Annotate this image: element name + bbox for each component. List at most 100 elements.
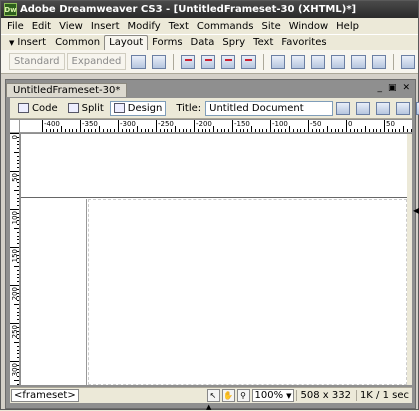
ruler-tick <box>14 304 19 305</box>
file-management-icon[interactable] <box>336 101 351 115</box>
ruler-tick <box>376 129 378 132</box>
zoom-tool-icon[interactable]: ⚲ <box>236 389 250 402</box>
ruler-tick <box>277 129 279 132</box>
ruler-tick <box>17 307 19 309</box>
ruler-tick <box>10 209 19 210</box>
menu-help[interactable]: Help <box>332 21 363 32</box>
ruler-tick <box>14 266 19 267</box>
top-frame[interactable] <box>21 134 407 198</box>
main-frame[interactable] <box>88 199 407 385</box>
layout-toolbar: Standard Expanded <box>1 50 418 74</box>
document-tab[interactable]: UntitledFrameset-30* <box>6 83 128 97</box>
tab-text[interactable]: Text <box>249 36 277 50</box>
insert-div-icon[interactable] <box>180 54 195 69</box>
ruler-tick <box>296 129 298 132</box>
ruler-tick <box>137 126 138 132</box>
menu-commands[interactable]: Commands <box>193 21 258 32</box>
ruler-tick <box>76 129 78 132</box>
ruler-tick <box>220 129 222 132</box>
code-view-button[interactable]: Code <box>14 101 62 116</box>
ruler-tick <box>17 155 19 157</box>
standard-mode-button[interactable]: Standard <box>9 53 65 70</box>
tab-spry[interactable]: Spry <box>218 36 249 50</box>
expanded-mode-button[interactable]: Expanded <box>66 53 127 70</box>
ruler-label: 200 <box>11 287 19 301</box>
menu-file[interactable]: File <box>3 21 28 32</box>
panel-expand-arrow-icon[interactable]: ◀ <box>413 206 419 222</box>
ruler-tick <box>87 129 89 132</box>
tab-data[interactable]: Data <box>187 36 219 50</box>
insert-rows-below-icon[interactable] <box>221 54 236 69</box>
select-tool-icon[interactable]: ↖ <box>206 389 220 402</box>
window-size-readout[interactable]: 508 x 332 <box>296 390 353 401</box>
ruler-tick <box>224 129 226 132</box>
ruler-tick <box>197 129 199 132</box>
ruler-tick <box>45 129 47 132</box>
document-toolbar-right <box>333 101 419 115</box>
menu-text[interactable]: Text <box>165 21 193 32</box>
status-tools: ↖ ✋ ⚲ 100% ▼ 508 x 332 1K / 1 sec <box>206 389 413 402</box>
spry-accordion-icon[interactable] <box>351 54 366 69</box>
menu-modify[interactable]: Modify <box>124 21 165 32</box>
code-view-icon <box>18 103 29 113</box>
tab-forms[interactable]: Forms <box>148 36 186 50</box>
document-title-input[interactable] <box>205 100 334 116</box>
split-view-label: Split <box>81 102 104 114</box>
draw-ap-div-icon[interactable] <box>290 54 306 69</box>
restore-icon[interactable]: ▣ <box>388 83 397 93</box>
menu-bar: File Edit View Insert Modify Text Comman… <box>1 18 418 34</box>
design-view-button[interactable]: Design <box>109 100 167 116</box>
tab-favorites[interactable]: Favorites <box>277 36 330 50</box>
ruler-tick <box>228 129 230 132</box>
ruler-tick <box>243 129 245 132</box>
iframe-icon[interactable] <box>400 54 416 69</box>
ruler-tick <box>17 319 19 321</box>
close-icon[interactable]: ✕ <box>402 83 410 93</box>
menu-window[interactable]: Window <box>285 21 332 32</box>
ruler-tick <box>110 129 112 132</box>
tag-selector-frameset[interactable]: <frameset> <box>11 389 79 402</box>
minimize-icon[interactable]: _ <box>377 83 382 93</box>
insert-columns-icon[interactable] <box>241 54 256 69</box>
split-view-button[interactable]: Split <box>64 101 108 116</box>
left-frame[interactable] <box>21 199 87 385</box>
menu-edit[interactable]: Edit <box>28 21 55 32</box>
ruler-tick <box>201 129 203 132</box>
refresh-icon[interactable] <box>376 101 391 115</box>
draw-layer-icon[interactable] <box>151 54 166 69</box>
ruler-tick <box>251 126 252 132</box>
ruler-tick <box>194 120 195 132</box>
tab-common[interactable]: Common <box>51 36 104 50</box>
ruler-tick <box>17 235 19 237</box>
ruler-tick <box>156 120 157 132</box>
layout-table-icon[interactable] <box>131 54 146 69</box>
ruler-origin[interactable] <box>10 120 20 133</box>
spry-menu-icon[interactable] <box>311 54 326 69</box>
ruler-tick <box>14 228 19 229</box>
table-icon[interactable] <box>270 54 285 69</box>
view-options-icon[interactable] <box>396 101 411 115</box>
chevron-down-icon: ▼ <box>286 391 292 400</box>
ruler-tick <box>254 129 256 132</box>
ruler-label: 0 <box>348 120 353 128</box>
menu-view[interactable]: View <box>55 21 87 32</box>
ruler-tick <box>17 148 19 150</box>
ruler-tick <box>323 129 325 132</box>
zoom-select[interactable]: 100% ▼ <box>251 389 295 402</box>
ruler-tick <box>14 190 19 191</box>
preview-browser-icon[interactable] <box>356 101 371 115</box>
tab-layout[interactable]: Layout <box>104 35 149 50</box>
horizontal-ruler[interactable]: -400 -350 -300 -250 -200 -150 -100 -50 0 50 <box>20 120 412 133</box>
title-label: Title: <box>176 102 202 114</box>
vertical-scrollbar[interactable] <box>407 134 412 385</box>
menu-site[interactable]: Site <box>258 21 285 32</box>
spry-tabbed-panels-icon[interactable] <box>331 54 346 69</box>
ruler-tick <box>17 144 19 146</box>
menu-insert[interactable]: Insert <box>87 21 124 32</box>
ruler-tick <box>258 129 260 132</box>
insert-rows-above-icon[interactable] <box>201 54 216 69</box>
insert-panel-toggle[interactable]: ▼ Insert <box>7 37 51 50</box>
frames-icon[interactable] <box>371 54 386 69</box>
vertical-ruler[interactable]: 0 50 100 150 200 250 300 <box>10 133 20 385</box>
hand-tool-icon[interactable]: ✋ <box>221 389 235 402</box>
